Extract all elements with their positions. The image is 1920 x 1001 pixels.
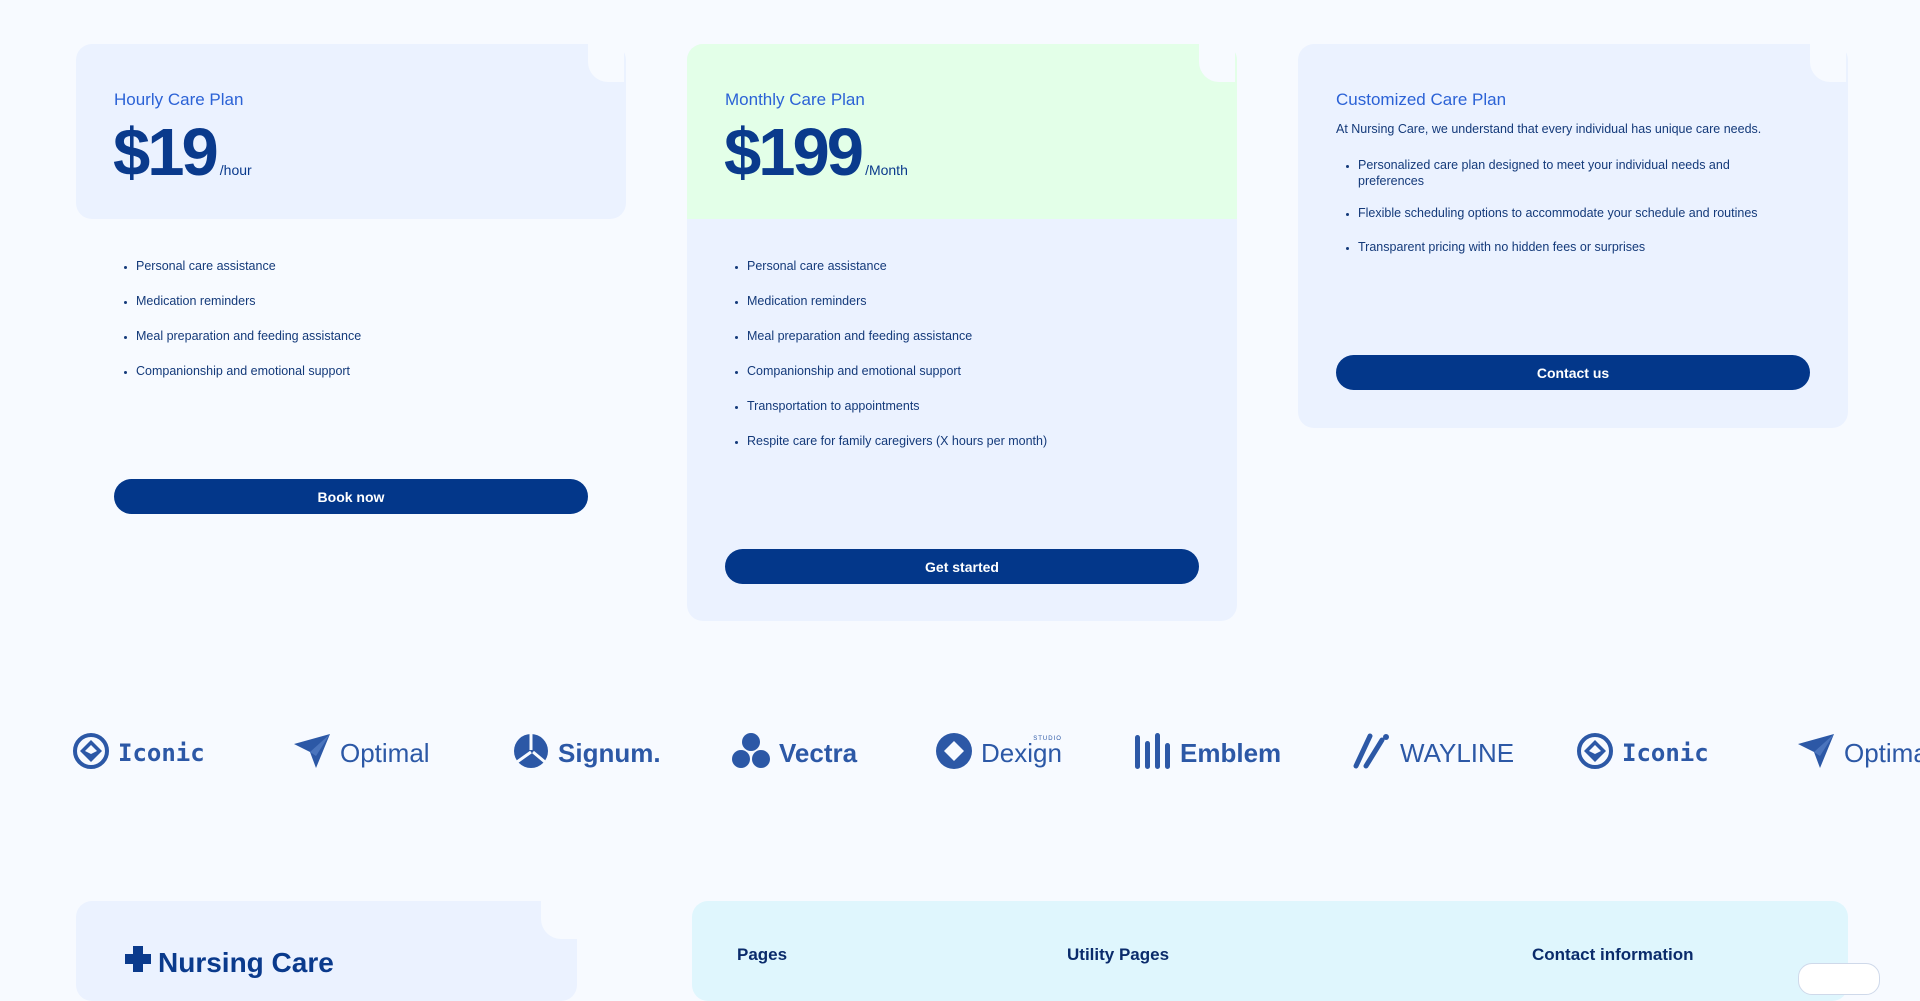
logo-dexign: Dexign STUDIO <box>935 732 1062 775</box>
plan-intro: At Nursing Care, we understand that ever… <box>1336 122 1762 136</box>
feature-item: Flexible scheduling options to accommoda… <box>1358 205 1798 221</box>
three-circles-icon <box>731 731 771 776</box>
logo-name: Emblem <box>1180 737 1282 768</box>
feature-item: Meal preparation and feeding assistance <box>747 328 1047 344</box>
slashes-icon <box>1352 732 1392 775</box>
plan-title: Monthly Care Plan <box>725 90 865 109</box>
footer-column-contact: Contact information <box>1532 945 1694 964</box>
logo-name: Dexign <box>981 737 1062 768</box>
logo-name: Optimal <box>340 737 430 768</box>
footer-brand-panel: Nursing Care <box>76 901 577 1001</box>
feature-item: Transportation to appointments <box>747 398 1047 414</box>
feature-item: Personalized care plan designed to meet … <box>1358 157 1798 189</box>
price-amount: $199 <box>724 115 864 190</box>
logo-iconic: Iconic <box>72 732 205 775</box>
monthly-feature-list: Personal care assistance Medication remi… <box>747 258 1047 468</box>
footer-links-panel: Pages Utility Pages Contact information <box>692 901 1848 1001</box>
feature-item: Transparent pricing with no hidden fees … <box>1358 239 1798 255</box>
logo-name: Vectra <box>779 737 858 768</box>
footer-column-utility-pages: Utility Pages <box>1067 945 1170 964</box>
logo-emblem: Emblem <box>1134 731 1282 776</box>
card-notch <box>1810 44 1846 82</box>
card-notch <box>1199 44 1235 82</box>
chat-widget[interactable] <box>1798 963 1880 995</box>
contact-us-button[interactable]: Contact us <box>1336 355 1810 390</box>
paper-plane-icon <box>1796 732 1836 775</box>
feature-item: Medication reminders <box>136 293 361 309</box>
customized-feature-list: Personalized care plan designed to meet … <box>1358 157 1798 274</box>
brand-name: Nursing Care <box>158 946 334 978</box>
logo-vectra: Vectra <box>731 731 858 776</box>
plan-title: Hourly Care Plan <box>114 90 244 109</box>
card-notch <box>588 44 624 82</box>
feature-item: Personal care assistance <box>136 258 361 274</box>
logo-name: Optimal <box>1844 737 1920 768</box>
logo-name: Signum. <box>558 737 661 768</box>
hourly-feature-list: Personal care assistance Medication remi… <box>136 258 361 398</box>
feature-item: Meal preparation and feeding assistance <box>136 328 361 344</box>
logo-signum: Signum. <box>512 733 661 773</box>
plan-price: $199/Month <box>724 114 908 191</box>
feature-item: Personal care assistance <box>747 258 1047 274</box>
feature-item: Companionship and emotional support <box>747 363 1047 379</box>
bars-icon <box>1134 731 1172 776</box>
aperture-icon <box>512 732 550 775</box>
plan-title: Customized Care Plan <box>1336 90 1507 109</box>
logo-tag: STUDIO <box>1033 735 1062 742</box>
price-amount: $19 <box>113 115 219 190</box>
logo-wayline: WAYLINE <box>1352 733 1514 773</box>
hourly-plan-card: Hourly Care Plan $19/hour <box>76 44 626 219</box>
logo-name: Iconic <box>118 739 205 767</box>
logo-optimal: Optimal <box>292 733 430 773</box>
card-notch <box>541 901 577 939</box>
footer-brand[interactable]: Nursing Care <box>122 943 334 982</box>
feature-item: Respite care for family caregivers (X ho… <box>747 433 1047 449</box>
plan-price: $19/hour <box>113 114 252 191</box>
medical-cross-icon <box>122 943 154 982</box>
compass-diamond-icon <box>1576 732 1614 775</box>
logo-iconic: Iconic <box>1576 732 1709 775</box>
logo-name: WAYLINE <box>1400 737 1515 768</box>
paper-plane-icon <box>292 732 332 775</box>
logo-name: Iconic <box>1622 739 1709 767</box>
diamond-circle-icon <box>935 732 973 775</box>
price-unit: /Month <box>865 162 908 178</box>
logo-optimal: Optimal <box>1796 733 1920 773</box>
logo-wordmark: Dexign STUDIO <box>981 735 1062 769</box>
feature-item: Medication reminders <box>747 293 1047 309</box>
price-unit: /hour <box>219 162 252 178</box>
feature-item: Companionship and emotional support <box>136 363 361 379</box>
get-started-button[interactable]: Get started <box>725 549 1199 584</box>
compass-diamond-icon <box>72 732 110 775</box>
footer-column-pages: Pages <box>737 945 788 964</box>
book-now-button[interactable]: Book now <box>114 479 588 514</box>
